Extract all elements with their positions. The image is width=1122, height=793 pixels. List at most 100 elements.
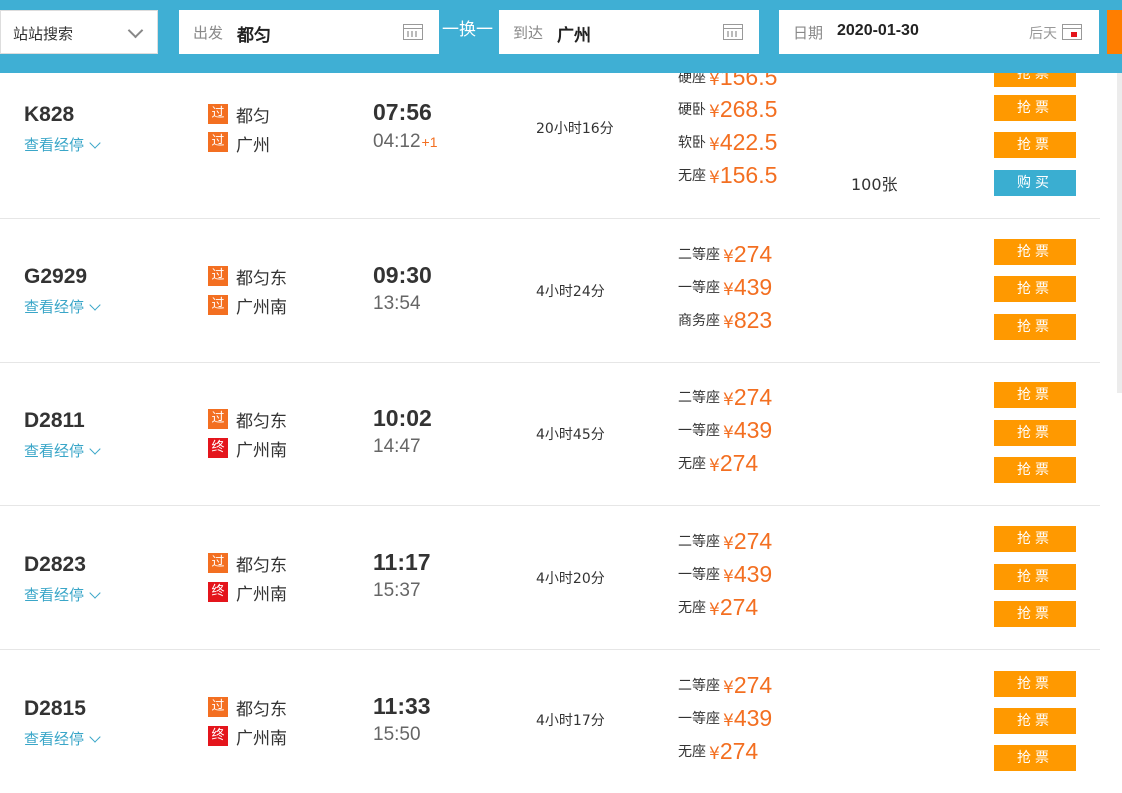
train-row: K828 查看经停 过 都匀 过 广州 07:56 04:12+1 20小时16… — [0, 61, 1100, 219]
seat-name: 商务座 — [678, 313, 720, 329]
train-row: D2823 查看经停 过 都匀东 终 广州南 11:17 15:37 4小时20… — [0, 506, 1100, 650]
pass-through-tag: 过 — [208, 266, 228, 286]
yen-sign: ¥ — [723, 313, 734, 333]
grab-ticket-button[interactable]: 抢票 — [994, 314, 1076, 340]
arrival-time: 14:47 — [373, 436, 421, 457]
yen-sign: ¥ — [723, 423, 734, 443]
grab-ticket-button[interactable]: 抢票 — [994, 276, 1076, 302]
arrival-station: 广州南 — [236, 585, 287, 605]
yen-sign: ¥ — [723, 711, 734, 731]
price-value: 422.5 — [719, 129, 778, 155]
train-row: D2811 查看经停 过 都匀东 终 广州南 10:02 14:47 4小时45… — [0, 362, 1100, 506]
view-stops-link[interactable]: 查看经停 — [24, 584, 101, 605]
yen-sign: ¥ — [709, 135, 720, 155]
price-value: 156.5 — [719, 162, 778, 188]
swap-button[interactable]: 一换一 — [442, 15, 493, 40]
view-stops-link[interactable]: 查看经停 — [24, 728, 101, 749]
departure-station: 都匀东 — [236, 556, 287, 576]
yen-sign: ¥ — [709, 70, 720, 90]
arrival-station: 广州南 — [236, 729, 287, 749]
grab-ticket-button[interactable]: 抢票 — [994, 708, 1076, 734]
yen-sign: ¥ — [709, 102, 720, 122]
view-stops-link[interactable]: 查看经停 — [24, 440, 101, 461]
chevron-down-icon — [89, 299, 101, 311]
seat-name: 一等座 — [678, 423, 720, 439]
terminal-tag: 终 — [208, 582, 228, 602]
seat-name: 一等座 — [678, 567, 720, 583]
departure-value: 都匀 — [237, 26, 271, 46]
travel-duration: 20小时16分 — [536, 121, 614, 137]
grab-ticket-button[interactable]: 抢票 — [994, 564, 1076, 590]
seat-price: 无座 ¥274 — [678, 450, 758, 480]
buy-button[interactable]: 购买 — [994, 170, 1076, 196]
departure-station: 都匀东 — [236, 269, 287, 289]
seat-price: 二等座 ¥274 — [678, 241, 772, 271]
scrollbar[interactable] — [1117, 73, 1122, 393]
seat-price: 一等座 ¥439 — [678, 561, 772, 591]
station-list-icon[interactable] — [723, 24, 743, 40]
price-value: 439 — [733, 705, 773, 731]
grab-ticket-button[interactable]: 抢票 — [994, 601, 1076, 627]
seat-price: 无座 ¥274 — [678, 594, 758, 624]
departure-time: 09:30 — [373, 262, 432, 288]
search-bar: 站站搜索 出发 都匀 一换一 到达 广州 日期 2020-01-30 后天 — [0, 0, 1122, 73]
yen-sign: ¥ — [723, 567, 734, 587]
seat-name: 一等座 — [678, 711, 720, 727]
chevron-down-icon — [89, 443, 101, 455]
seat-name: 二等座 — [678, 390, 720, 406]
grab-ticket-button[interactable]: 抢票 — [994, 239, 1076, 265]
seat-price: 无座 ¥274 — [678, 738, 758, 768]
departure-station: 都匀东 — [236, 412, 287, 432]
pass-through-tag: 过 — [208, 409, 228, 429]
grab-ticket-button[interactable]: 抢票 — [994, 95, 1076, 121]
grab-ticket-button[interactable]: 抢票 — [994, 382, 1076, 408]
departure-time: 11:33 — [373, 693, 431, 719]
view-stops-link[interactable]: 查看经停 — [24, 296, 101, 317]
grab-ticket-button[interactable]: 抢票 — [994, 745, 1076, 771]
arrival-field[interactable]: 到达 广州 — [499, 10, 759, 54]
seat-name: 二等座 — [678, 534, 720, 550]
pass-through-tag: 过 — [208, 104, 228, 124]
train-number: D2811 — [24, 409, 85, 432]
terminal-tag: 终 — [208, 726, 228, 746]
search-type-value: 站站搜索 — [13, 25, 74, 43]
pass-through-tag: 过 — [208, 132, 228, 152]
seat-price: 软卧 ¥422.5 — [678, 129, 777, 159]
grab-ticket-button[interactable]: 抢票 — [994, 132, 1076, 158]
departure-time: 10:02 — [373, 405, 432, 431]
calendar-icon[interactable] — [1062, 24, 1082, 40]
yen-sign: ¥ — [723, 390, 734, 410]
next-day-badge: +1 — [421, 134, 438, 150]
view-stops-link[interactable]: 查看经停 — [24, 134, 101, 155]
grab-ticket-button[interactable]: 抢票 — [994, 457, 1076, 483]
seat-name: 软卧 — [678, 135, 706, 151]
seat-name: 硬卧 — [678, 102, 706, 118]
date-value: 2020-01-30 — [837, 22, 919, 39]
tickets-left: 100张 — [851, 175, 898, 194]
seat-name: 无座 — [678, 168, 706, 184]
date-field[interactable]: 日期 2020-01-30 后天 — [779, 10, 1099, 54]
search-type-select[interactable]: 站站搜索 — [0, 10, 158, 54]
seat-price: 无座 ¥156.5 — [678, 162, 777, 192]
arrival-station: 广州 — [236, 136, 270, 156]
departure-field[interactable]: 出发 都匀 — [179, 10, 439, 54]
pass-through-tag: 过 — [208, 553, 228, 573]
chevron-down-icon — [127, 22, 144, 39]
chevron-down-icon — [89, 731, 101, 743]
arrival-time: 15:37 — [373, 580, 421, 601]
travel-duration: 4小时45分 — [536, 427, 605, 443]
departure-time: 11:17 — [373, 549, 431, 575]
search-button[interactable] — [1107, 10, 1122, 54]
arrival-station: 广州南 — [236, 441, 287, 461]
grab-ticket-button[interactable]: 抢票 — [994, 526, 1076, 552]
yen-sign: ¥ — [709, 600, 720, 620]
grab-ticket-button[interactable]: 抢票 — [994, 671, 1076, 697]
seat-name: 无座 — [678, 456, 706, 472]
station-list-icon[interactable] — [403, 24, 423, 40]
seat-price: 一等座 ¥439 — [678, 274, 772, 304]
yen-sign: ¥ — [709, 168, 720, 188]
seat-name: 一等座 — [678, 280, 720, 296]
grab-ticket-button[interactable]: 抢票 — [994, 420, 1076, 446]
price-value: 274 — [733, 384, 773, 410]
price-value: 439 — [733, 561, 773, 587]
